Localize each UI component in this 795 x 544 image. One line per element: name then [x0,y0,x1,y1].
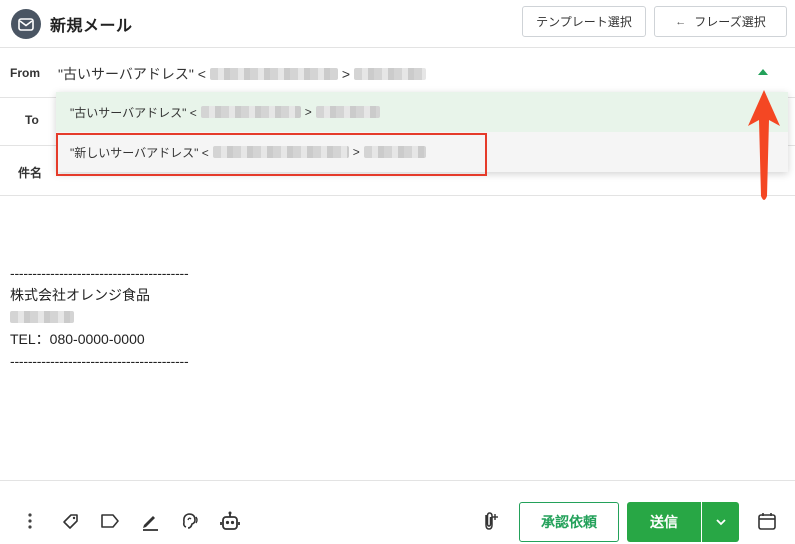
template-select-button[interactable]: テンプレート選択 [522,6,646,37]
option-close: > [304,105,312,119]
redacted-address [10,311,74,323]
compose-toolbar: 承認依頼 送信 [0,480,795,544]
calendar-icon[interactable] [756,510,778,532]
from-select[interactable]: "古いサーバアドレス" < > [58,64,430,84]
to-label: To [25,113,39,127]
template-select-label: テンプレート選択 [536,15,632,29]
from-label: From [10,66,40,80]
robot-icon[interactable] [219,510,241,532]
signature-company: 株式会社オレンジ食品 [10,287,150,303]
approval-request-button[interactable]: 承認依頼 [519,502,619,542]
send-button[interactable]: 送信 [627,502,701,542]
red-arrow-icon [748,90,780,200]
phrase-select-button[interactable]: ← フレーズ選択 [654,6,787,37]
page-title: 新規メール [50,18,133,35]
tag-icon[interactable] [59,510,81,532]
signature-redacted [10,306,189,328]
redacted-address [209,68,338,80]
more-vertical-icon[interactable] [19,510,41,532]
message-body[interactable]: ----------------------------------------… [10,262,189,372]
redacted-domain [354,68,427,80]
compose-header: 新規メール テンプレート選択 ← フレーズ選択 [0,0,795,48]
caret-up-icon[interactable] [758,69,768,75]
from-row[interactable]: From "古いサーバアドレス" < > [0,48,795,98]
subject-label: 件名 [18,166,43,180]
from-value-text: "古いサーバアドレス" < [58,66,206,82]
send-options-button[interactable] [702,502,739,542]
signature-divider: ---------------------------------------- [10,265,189,281]
chevron-down-icon [715,519,726,526]
pen-icon[interactable] [139,510,161,532]
option-name: "古いサーバアドレス" < [70,105,197,120]
phrase-select-label: フレーズ選択 [694,15,766,29]
from-option-old[interactable]: "古いサーバアドレス" < > [56,92,788,132]
redacted-domain [315,106,380,118]
signature-tel: TEL：080-0000-0000 [10,331,145,347]
highlight-annotation [56,133,487,176]
from-value-close: > [341,66,351,82]
redacted-address [200,106,301,118]
arrow-left-icon: ← [675,15,687,28]
signature-divider: ---------------------------------------- [10,353,189,369]
label-icon[interactable] [99,510,121,532]
ear-icon[interactable] [179,510,201,532]
mail-icon [11,9,41,39]
paperclip-icon[interactable] [478,510,500,532]
